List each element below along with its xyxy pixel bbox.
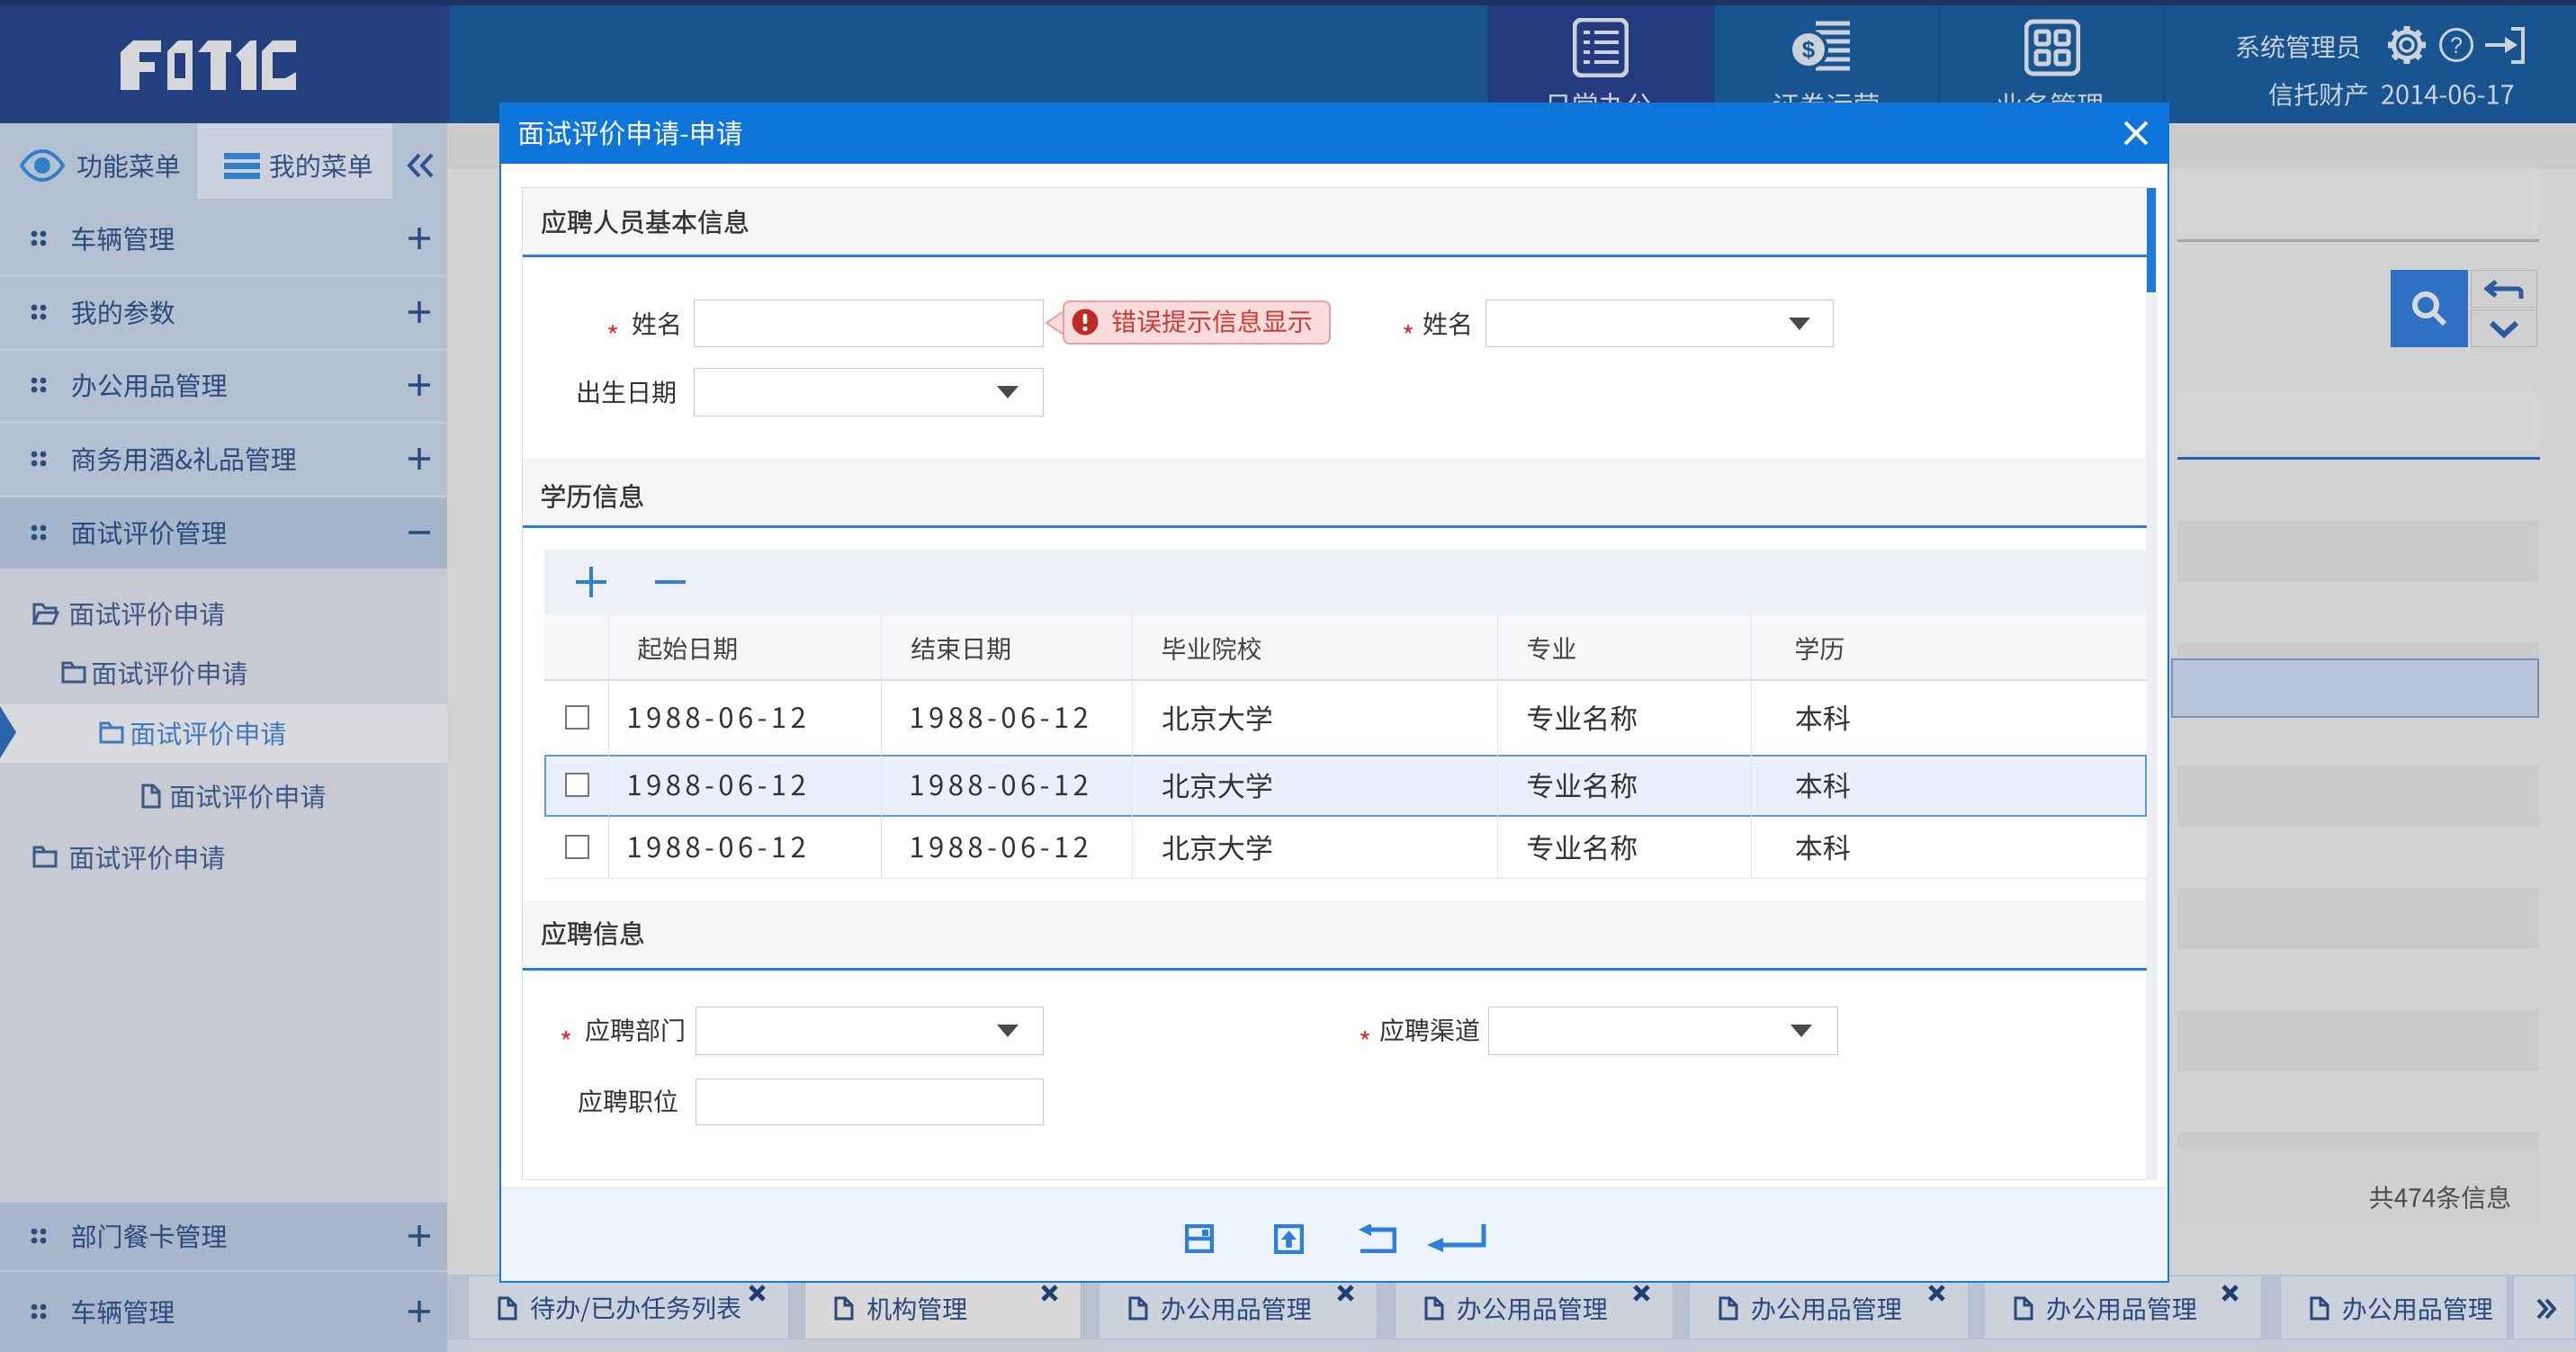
svg-text:?: ?	[2450, 33, 2463, 58]
svg-text:$: $	[1802, 36, 1816, 63]
